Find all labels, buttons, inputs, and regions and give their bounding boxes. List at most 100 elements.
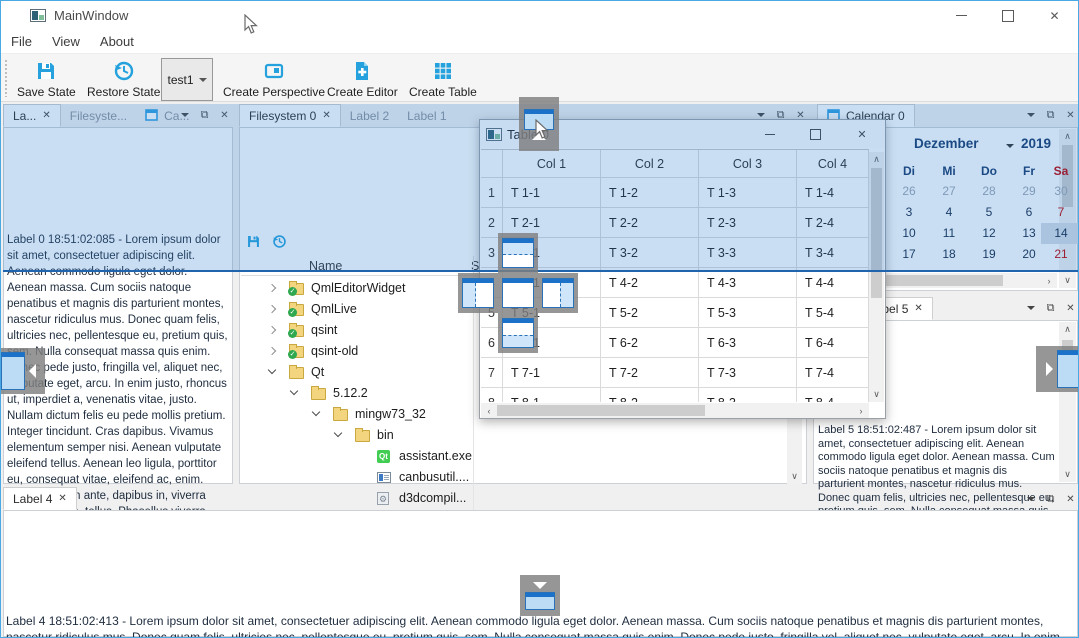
table-cell[interactable]: T 4-2 bbox=[601, 268, 699, 298]
arrow-left-icon bbox=[29, 364, 36, 378]
folder-icon bbox=[311, 386, 326, 400]
table-cell[interactable]: T 5-3 bbox=[699, 298, 797, 328]
create-table-button[interactable]: Create Table bbox=[403, 57, 483, 101]
check-badge-icon: ✓ bbox=[288, 308, 297, 317]
undock-icon[interactable] bbox=[1043, 300, 1058, 316]
create-editor-button[interactable]: Create Editor bbox=[321, 57, 404, 101]
check-badge-icon: ✓ bbox=[288, 287, 297, 296]
tree-item-name: assistant.exe bbox=[399, 449, 472, 463]
table-row-header[interactable]: 7 bbox=[481, 358, 503, 388]
table-cell[interactable]: T 4-4 bbox=[797, 268, 869, 298]
tree-item-name: bin bbox=[377, 428, 394, 442]
toolbar-handle[interactable] bbox=[5, 60, 8, 97]
table-cell[interactable]: T 6-4 bbox=[797, 328, 869, 358]
chevron-expanded-icon[interactable] bbox=[268, 366, 276, 374]
menu-view[interactable]: View bbox=[42, 30, 90, 53]
chevron-expanded-icon[interactable] bbox=[312, 408, 320, 416]
arrow-right-icon bbox=[1046, 362, 1053, 376]
tree-item-name: 5.12.2 bbox=[333, 386, 368, 400]
tab-close-icon[interactable]: ✕ bbox=[58, 493, 66, 504]
window-title: MainWindow bbox=[54, 8, 128, 23]
chevron-expanded-icon[interactable] bbox=[290, 387, 298, 395]
table-cell[interactable]: T 7-3 bbox=[699, 358, 797, 388]
chevron-down-icon bbox=[199, 78, 207, 86]
restore-state-button[interactable]: Restore State bbox=[81, 57, 166, 101]
drop-indicator-split-top[interactable] bbox=[498, 233, 538, 273]
drop-indicator-split-left[interactable] bbox=[458, 273, 498, 313]
tree-row[interactable]: ⚙ d3dcompil... bbox=[241, 488, 787, 509]
folder-check-icon: ✓ bbox=[289, 323, 304, 337]
dock-close-icon[interactable] bbox=[1063, 491, 1078, 507]
chevron-collapsed-icon[interactable] bbox=[268, 305, 276, 313]
tree-row[interactable]: canbusutil.... bbox=[241, 467, 787, 488]
chevron-collapsed-icon[interactable] bbox=[268, 347, 276, 355]
table-cell[interactable]: T 7-1 bbox=[503, 358, 601, 388]
dock-close-icon[interactable] bbox=[1063, 300, 1078, 316]
toolbar: Save State Restore State test1 Create Pe… bbox=[1, 53, 1078, 102]
qt-exe-icon: Qt bbox=[377, 449, 392, 463]
table-h-scrollbar[interactable]: ‹ › bbox=[481, 403, 869, 418]
label4-text: Label 4 18:51:02:413 - Lorem ipsum dolor… bbox=[6, 614, 1075, 638]
chevron-collapsed-icon[interactable] bbox=[268, 326, 276, 334]
undock-icon[interactable] bbox=[1043, 491, 1058, 507]
tree-row[interactable]: bin bbox=[241, 425, 787, 446]
editor-document-plus-icon bbox=[351, 60, 373, 82]
drop-indicator-right-edge[interactable] bbox=[1036, 346, 1079, 392]
title-bar: MainWindow bbox=[1, 1, 1078, 30]
tab-label-4[interactable]: Label 4 ✕ bbox=[3, 487, 77, 510]
save-state-button[interactable]: Save State bbox=[11, 57, 82, 101]
table-cell[interactable]: T 5-2 bbox=[601, 298, 699, 328]
label5-dock-buttons bbox=[1023, 300, 1078, 316]
table-row-header[interactable]: 8 bbox=[481, 388, 503, 402]
drop-indicator-bottom-edge[interactable] bbox=[520, 575, 560, 616]
table-cell[interactable]: T 6-3 bbox=[699, 328, 797, 358]
table-cell[interactable]: T 4-3 bbox=[699, 268, 797, 298]
drop-indicator-split-right[interactable] bbox=[538, 273, 578, 313]
table-cell[interactable]: T 7-4 bbox=[797, 358, 869, 388]
tree-row[interactable]: Qt assistant.exe bbox=[241, 446, 787, 467]
check-badge-icon: ✓ bbox=[288, 350, 297, 359]
drop-indicator-left-edge[interactable] bbox=[0, 348, 45, 394]
table-cell[interactable]: T 8-1 bbox=[503, 388, 601, 402]
maximize-button[interactable] bbox=[985, 1, 1030, 30]
chevron-collapsed-icon[interactable] bbox=[268, 284, 276, 292]
main-window: MainWindow File View About Save State Re… bbox=[0, 0, 1079, 638]
dock-menu-icon[interactable] bbox=[1023, 491, 1038, 507]
tree-item-name: QmlEditorWidget bbox=[311, 281, 405, 295]
perspective-combobox[interactable]: test1 bbox=[161, 58, 213, 101]
tree-item-name: mingw73_32 bbox=[355, 407, 426, 421]
perspective-icon bbox=[263, 60, 285, 82]
folder-check-icon: ✓ bbox=[289, 302, 304, 316]
tree-item-name: canbusutil.... bbox=[399, 470, 469, 484]
menu-file[interactable]: File bbox=[1, 30, 42, 53]
dock-menu-icon[interactable] bbox=[1023, 300, 1038, 316]
table-cell[interactable]: T 7-2 bbox=[601, 358, 699, 388]
folder-icon bbox=[355, 428, 370, 442]
mouse-cursor bbox=[244, 14, 258, 35]
label4-dock-tabbar: Label 4 ✕ bbox=[3, 487, 77, 510]
table-cell[interactable]: T 8-4 bbox=[797, 388, 869, 402]
folder-icon bbox=[333, 407, 348, 421]
create-perspective-button[interactable]: Create Perspective bbox=[217, 57, 331, 101]
menu-about[interactable]: About bbox=[90, 30, 144, 53]
label4-dock-buttons bbox=[1023, 491, 1078, 507]
minimize-button[interactable] bbox=[939, 1, 984, 30]
check-badge-icon: ✓ bbox=[288, 329, 297, 338]
tab-close-icon[interactable]: ✕ bbox=[914, 303, 922, 314]
drop-indicator-split-bottom[interactable] bbox=[498, 313, 538, 353]
table-cell[interactable]: T 6-2 bbox=[601, 328, 699, 358]
chevron-expanded-icon[interactable] bbox=[334, 429, 342, 437]
table-cell[interactable]: T 8-3 bbox=[699, 388, 797, 402]
tree-item-name: qsint-old bbox=[311, 344, 358, 358]
close-button[interactable] bbox=[1032, 1, 1077, 30]
tree-item-name: d3dcompil... bbox=[399, 491, 466, 505]
app-exe-icon bbox=[377, 470, 392, 484]
table-cell[interactable]: T 8-2 bbox=[601, 388, 699, 402]
drag-cursor bbox=[535, 119, 549, 140]
dll-icon: ⚙ bbox=[377, 491, 392, 505]
drop-indicator-center-tab[interactable] bbox=[498, 273, 538, 313]
app-icon bbox=[30, 9, 46, 22]
folder-check-icon: ✓ bbox=[289, 281, 304, 295]
table-cell[interactable]: T 5-4 bbox=[797, 298, 869, 328]
folder-icon bbox=[289, 365, 304, 379]
